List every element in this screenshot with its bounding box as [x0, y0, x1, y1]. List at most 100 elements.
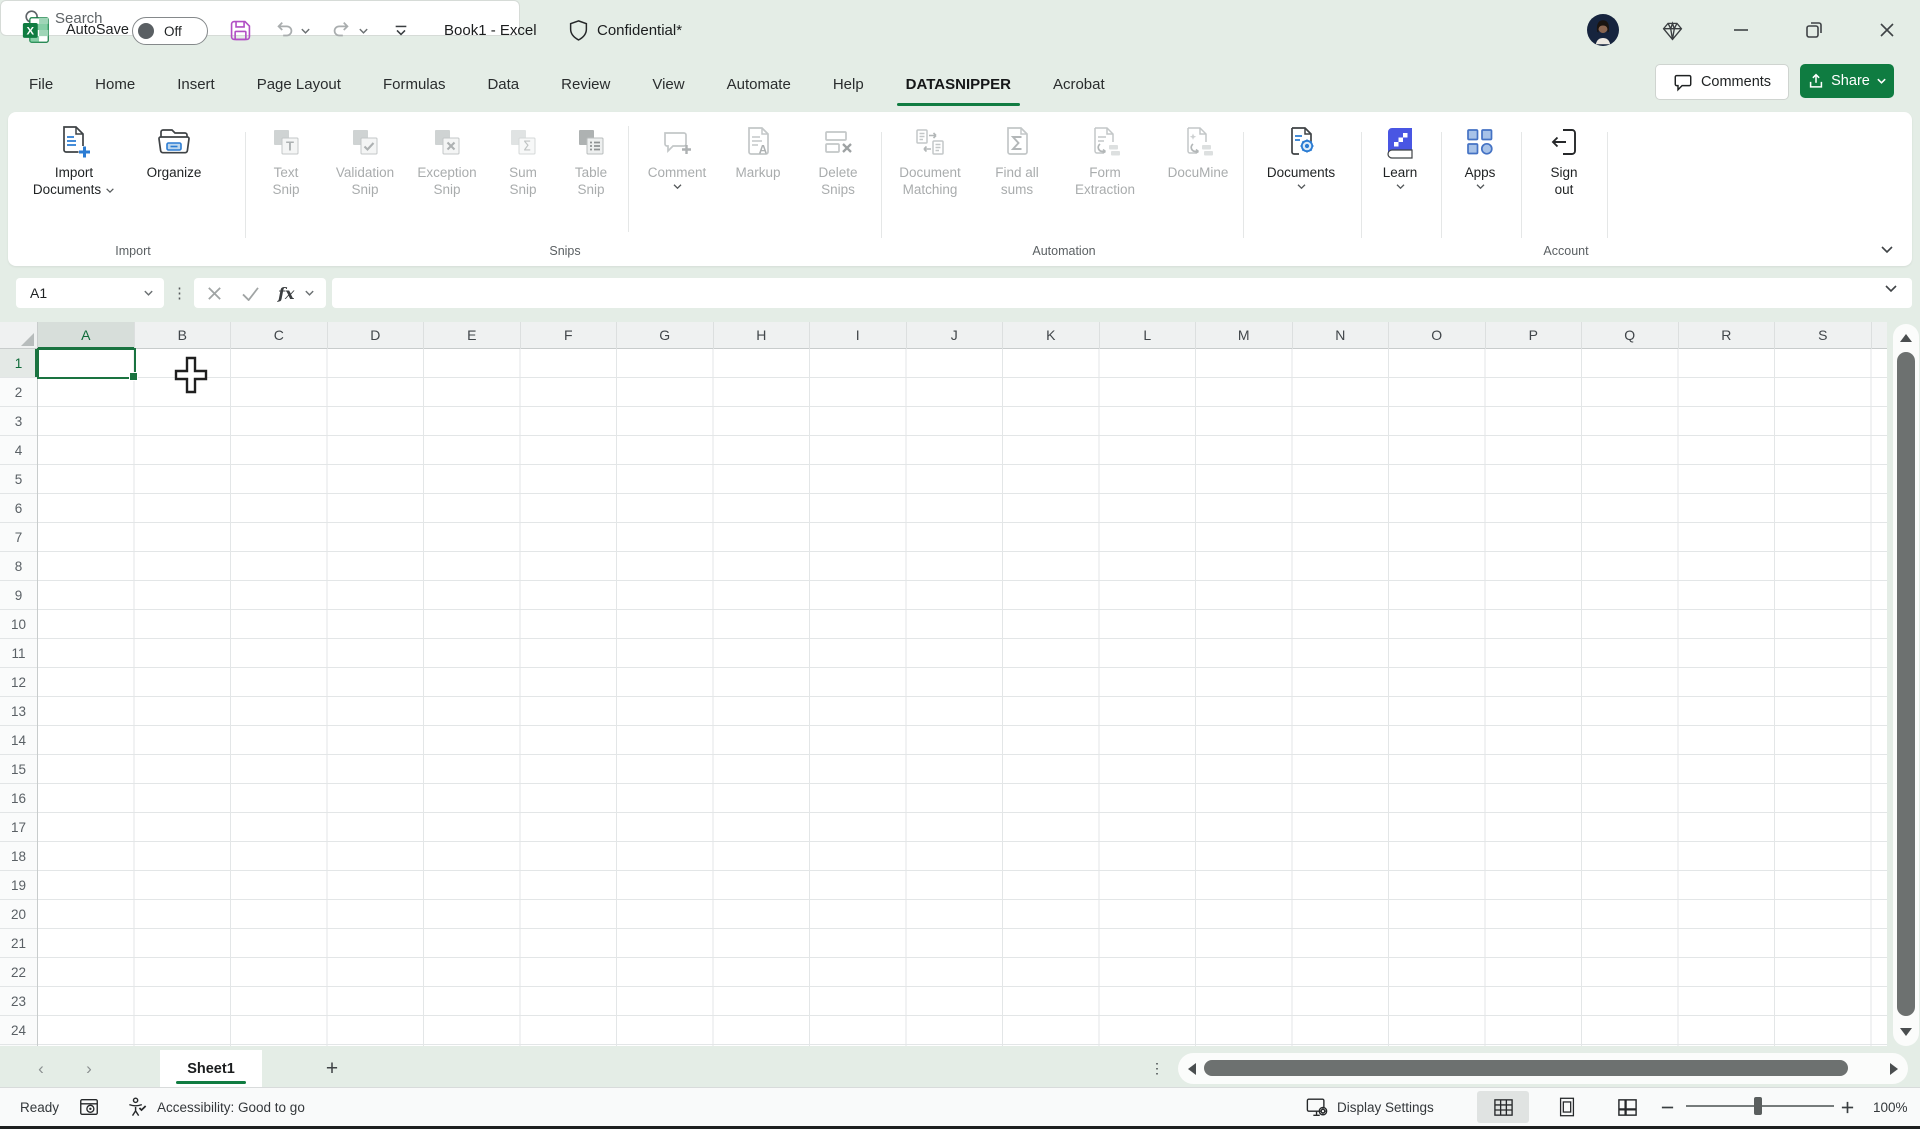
row-header-3[interactable]: 3: [0, 407, 37, 436]
formula-bar-drag-handle[interactable]: ⋮: [172, 278, 187, 308]
column-header-M[interactable]: M: [1196, 322, 1293, 349]
column-header-B[interactable]: B: [135, 322, 232, 349]
scroll-left-icon[interactable]: [1186, 1062, 1198, 1076]
redo-icon[interactable]: [330, 19, 352, 41]
tab-datasnipper[interactable]: DATASNIPPER: [885, 62, 1032, 108]
macro-record-icon[interactable]: [78, 1088, 100, 1126]
column-header-S[interactable]: S: [1775, 322, 1872, 349]
row-header-11[interactable]: 11: [0, 639, 37, 668]
zoom-in-icon[interactable]: [1840, 1088, 1855, 1126]
page-layout-view-button[interactable]: [1541, 1091, 1593, 1123]
redo-chevron-icon[interactable]: [358, 27, 369, 35]
scroll-right-icon[interactable]: [1888, 1062, 1900, 1076]
row-header-17[interactable]: 17: [0, 813, 37, 842]
share-button[interactable]: Share: [1800, 64, 1894, 98]
minimize-button[interactable]: [1719, 0, 1763, 60]
add-sheet-button[interactable]: +: [318, 1050, 346, 1087]
tab-review[interactable]: Review: [540, 62, 631, 108]
save-icon[interactable]: [228, 18, 253, 43]
scroll-down-icon[interactable]: [1898, 1026, 1914, 1038]
row-header-22[interactable]: 22: [0, 958, 37, 987]
column-header-L[interactable]: L: [1100, 322, 1197, 349]
scrollbar-drag-handle[interactable]: ⋮: [1150, 1050, 1164, 1087]
row-header-18[interactable]: 18: [0, 842, 37, 871]
cancel-icon[interactable]: [206, 285, 223, 302]
vertical-scrollbar-thumb[interactable]: [1897, 352, 1915, 1016]
tab-insert[interactable]: Insert: [156, 62, 236, 108]
sensitivity-label[interactable]: Confidential*: [568, 0, 682, 60]
sign-out-button[interactable]: Signout: [1524, 118, 1604, 199]
prev-sheet-button[interactable]: ‹: [26, 1050, 56, 1087]
zoom-out-icon[interactable]: [1660, 1088, 1675, 1126]
column-header-C[interactable]: C: [231, 322, 328, 349]
restore-button[interactable]: [1792, 0, 1836, 60]
row-header-14[interactable]: 14: [0, 726, 37, 755]
column-header-K[interactable]: K: [1003, 322, 1100, 349]
undo-chevron-icon[interactable]: [300, 27, 311, 35]
close-button[interactable]: [1865, 0, 1909, 60]
row-header-5[interactable]: 5: [0, 465, 37, 494]
autosave-toggle[interactable]: Off: [132, 17, 208, 45]
page-break-view-button[interactable]: [1601, 1091, 1653, 1123]
tab-automate[interactable]: Automate: [706, 62, 812, 108]
column-header-Q[interactable]: Q: [1582, 322, 1679, 349]
name-box[interactable]: A1: [16, 278, 164, 308]
fx-chevron-icon[interactable]: [304, 289, 315, 297]
column-header-O[interactable]: O: [1389, 322, 1486, 349]
tab-help[interactable]: Help: [812, 62, 885, 108]
apps-button[interactable]: Apps: [1444, 118, 1516, 191]
quick-access-toolbar-icon[interactable]: [384, 0, 418, 60]
horizontal-scrollbar-thumb[interactable]: [1204, 1060, 1848, 1076]
sheet-tab-sheet1[interactable]: Sheet1: [160, 1050, 262, 1087]
column-header-P[interactable]: P: [1486, 322, 1583, 349]
row-header-15[interactable]: 15: [0, 755, 37, 784]
name-box-chevron-icon[interactable]: [143, 289, 154, 297]
import-documents-button[interactable]: ImportDocuments: [20, 118, 128, 199]
tab-formulas[interactable]: Formulas: [362, 62, 467, 108]
column-header-G[interactable]: G: [617, 322, 714, 349]
insert-function-button[interactable]: fx: [278, 284, 294, 303]
row-header-21[interactable]: 21: [0, 929, 37, 958]
fill-handle[interactable]: [129, 372, 138, 381]
documents-button[interactable]: Documents: [1246, 118, 1356, 191]
vertical-scrollbar[interactable]: [1893, 324, 1919, 1046]
row-header-9[interactable]: 9: [0, 581, 37, 610]
row-header-2[interactable]: 2: [0, 378, 37, 407]
tab-view[interactable]: View: [631, 62, 705, 108]
avatar[interactable]: [1587, 14, 1619, 46]
accessibility-status[interactable]: Accessibility: Good to go: [126, 1088, 305, 1126]
column-header-E[interactable]: E: [424, 322, 521, 349]
row-header-19[interactable]: 19: [0, 871, 37, 900]
tab-home[interactable]: Home: [74, 62, 156, 108]
zoom-level[interactable]: 100%: [1873, 1088, 1908, 1126]
enter-icon[interactable]: [241, 286, 260, 301]
scroll-up-icon[interactable]: [1898, 332, 1914, 344]
formula-input[interactable]: [332, 278, 1912, 308]
row-header-20[interactable]: 20: [0, 900, 37, 929]
row-header-8[interactable]: 8: [0, 552, 37, 581]
collapse-ribbon-button[interactable]: [1880, 245, 1894, 254]
horizontal-scrollbar[interactable]: [1178, 1053, 1908, 1084]
row-header-13[interactable]: 13: [0, 697, 37, 726]
row-header-23[interactable]: 23: [0, 987, 37, 1016]
column-header-J[interactable]: J: [907, 322, 1004, 349]
learn-button[interactable]: Learn: [1364, 118, 1436, 191]
comments-button[interactable]: Comments: [1655, 64, 1789, 100]
normal-view-button[interactable]: [1477, 1091, 1529, 1123]
display-settings-button[interactable]: Display Settings: [1305, 1088, 1434, 1126]
row-header-16[interactable]: 16: [0, 784, 37, 813]
column-header-N[interactable]: N: [1293, 322, 1390, 349]
organize-button[interactable]: Organize: [128, 118, 220, 182]
column-header-R[interactable]: R: [1679, 322, 1776, 349]
cells-area[interactable]: [38, 349, 1887, 1046]
tab-acrobat[interactable]: Acrobat: [1032, 62, 1126, 108]
undo-icon[interactable]: [274, 19, 296, 41]
column-header-F[interactable]: F: [521, 322, 618, 349]
column-header-I[interactable]: I: [810, 322, 907, 349]
tab-file[interactable]: File: [8, 62, 74, 108]
status-ready[interactable]: Ready: [20, 1088, 59, 1126]
gem-icon[interactable]: [1660, 18, 1685, 43]
select-all-corner[interactable]: [0, 322, 38, 349]
tab-data[interactable]: Data: [466, 62, 540, 108]
row-header-12[interactable]: 12: [0, 668, 37, 697]
